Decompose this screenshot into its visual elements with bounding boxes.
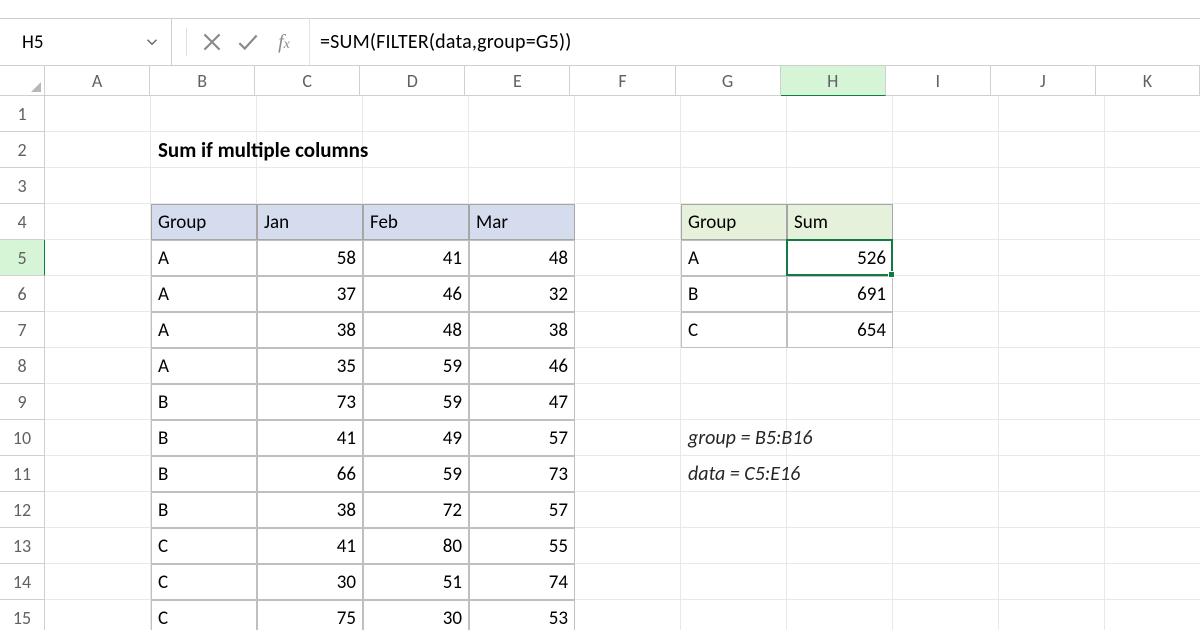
column-header[interactable]: A <box>45 66 150 96</box>
worksheet: ABCDEFGHIJK 123456789101112131415 Sum if… <box>0 66 1200 630</box>
column-header[interactable]: I <box>886 66 991 96</box>
cancel-icon[interactable] <box>199 29 225 55</box>
insert-function-icon[interactable]: fx <box>271 29 297 55</box>
row-header[interactable]: 4 <box>0 204 45 240</box>
enter-icon[interactable] <box>235 29 261 55</box>
table-cell[interactable]: C <box>151 528 257 564</box>
table-cell[interactable]: 41 <box>257 420 363 456</box>
row-header[interactable]: 8 <box>0 348 45 384</box>
named-range-note: data = C5:E16 <box>681 456 999 492</box>
formula-input[interactable]: =SUM(FILTER(data,group=G5)) <box>310 19 1200 65</box>
table-cell[interactable]: A <box>151 312 257 348</box>
name-box-wrap: H5 <box>0 19 172 65</box>
table-cell[interactable]: 48 <box>363 312 469 348</box>
table-cell[interactable]: 41 <box>257 528 363 564</box>
table-cell[interactable]: 48 <box>469 240 575 276</box>
column-header[interactable]: B <box>150 66 255 96</box>
formula-bar: H5 fx =SUM(FILTER(data,group=G5)) <box>0 18 1200 66</box>
column-header[interactable]: E <box>465 66 570 96</box>
row-header[interactable]: 15 <box>0 600 45 630</box>
table-header: Jan <box>257 204 363 240</box>
table-cell[interactable]: 72 <box>363 492 469 528</box>
table-cell[interactable]: 58 <box>257 240 363 276</box>
page-title: Sum if multiple columns <box>151 132 575 168</box>
table-cell[interactable]: 47 <box>469 384 575 420</box>
summary-header: Sum <box>787 204 893 240</box>
table-cell[interactable]: 37 <box>257 276 363 312</box>
summary-cell[interactable]: A <box>681 240 787 276</box>
column-header[interactable]: C <box>255 66 360 96</box>
cell-grid[interactable]: Sum if multiple columnsGroupJanFebMarA58… <box>45 96 1200 630</box>
table-cell[interactable]: 38 <box>257 312 363 348</box>
table-cell[interactable]: C <box>151 564 257 600</box>
table-cell[interactable]: A <box>151 240 257 276</box>
table-cell[interactable]: 35 <box>257 348 363 384</box>
table-cell[interactable]: 59 <box>363 348 469 384</box>
table-cell[interactable]: 41 <box>363 240 469 276</box>
row-header[interactable]: 13 <box>0 528 45 564</box>
summary-cell[interactable]: 526 <box>787 240 893 276</box>
row-header[interactable]: 10 <box>0 420 45 456</box>
table-cell[interactable]: B <box>151 420 257 456</box>
column-header[interactable]: K <box>1096 66 1200 96</box>
row-header[interactable]: 11 <box>0 456 45 492</box>
row-header[interactable]: 9 <box>0 384 45 420</box>
table-cell[interactable]: 59 <box>363 456 469 492</box>
named-range-note: group = B5:B16 <box>681 420 999 456</box>
row-header[interactable]: 12 <box>0 492 45 528</box>
select-all-button[interactable] <box>0 66 45 96</box>
table-cell[interactable]: 38 <box>469 312 575 348</box>
column-headers: ABCDEFGHIJK <box>45 66 1200 96</box>
row-header[interactable]: 6 <box>0 276 45 312</box>
row-header[interactable]: 1 <box>0 96 45 132</box>
column-header[interactable]: D <box>360 66 465 96</box>
table-cell[interactable]: 80 <box>363 528 469 564</box>
summary-cell[interactable]: 691 <box>787 276 893 312</box>
column-header[interactable]: G <box>676 66 781 96</box>
summary-cell[interactable]: B <box>681 276 787 312</box>
column-header[interactable]: H <box>781 66 886 96</box>
table-cell[interactable]: 73 <box>469 456 575 492</box>
table-header: Group <box>151 204 257 240</box>
summary-cell[interactable]: C <box>681 312 787 348</box>
table-cell[interactable]: 49 <box>363 420 469 456</box>
table-cell[interactable]: 57 <box>469 420 575 456</box>
table-cell[interactable]: C <box>151 600 257 630</box>
table-cell[interactable]: 57 <box>469 492 575 528</box>
table-cell[interactable]: 30 <box>257 564 363 600</box>
summary-cell[interactable]: 654 <box>787 312 893 348</box>
table-cell[interactable]: B <box>151 492 257 528</box>
table-cell[interactable]: 46 <box>363 276 469 312</box>
table-cell[interactable]: A <box>151 348 257 384</box>
table-cell[interactable]: 51 <box>363 564 469 600</box>
table-cell[interactable]: 66 <box>257 456 363 492</box>
row-header[interactable]: 3 <box>0 168 45 204</box>
table-cell[interactable]: A <box>151 276 257 312</box>
table-cell[interactable]: 75 <box>257 600 363 630</box>
summary-header: Group <box>681 204 787 240</box>
row-headers: 123456789101112131415 <box>0 96 45 630</box>
table-header: Feb <box>363 204 469 240</box>
table-cell[interactable]: 59 <box>363 384 469 420</box>
column-header[interactable]: J <box>991 66 1096 96</box>
formula-bar-buttons: fx <box>172 19 310 65</box>
table-cell[interactable]: 30 <box>363 600 469 630</box>
row-header[interactable]: 5 <box>0 240 45 276</box>
table-cell[interactable]: 53 <box>469 600 575 630</box>
row-header[interactable]: 14 <box>0 564 45 600</box>
name-box[interactable]: H5 <box>18 29 143 56</box>
table-cell[interactable]: B <box>151 384 257 420</box>
table-cell[interactable]: 55 <box>469 528 575 564</box>
table-header: Mar <box>469 204 575 240</box>
row-header[interactable]: 7 <box>0 312 45 348</box>
table-cell[interactable]: 74 <box>469 564 575 600</box>
table-cell[interactable]: 73 <box>257 384 363 420</box>
row-header[interactable]: 2 <box>0 132 45 168</box>
chevron-down-icon[interactable] <box>143 33 161 51</box>
column-header[interactable]: F <box>570 66 675 96</box>
table-cell[interactable]: 32 <box>469 276 575 312</box>
table-cell[interactable]: 46 <box>469 348 575 384</box>
table-cell[interactable]: B <box>151 456 257 492</box>
table-cell[interactable]: 38 <box>257 492 363 528</box>
